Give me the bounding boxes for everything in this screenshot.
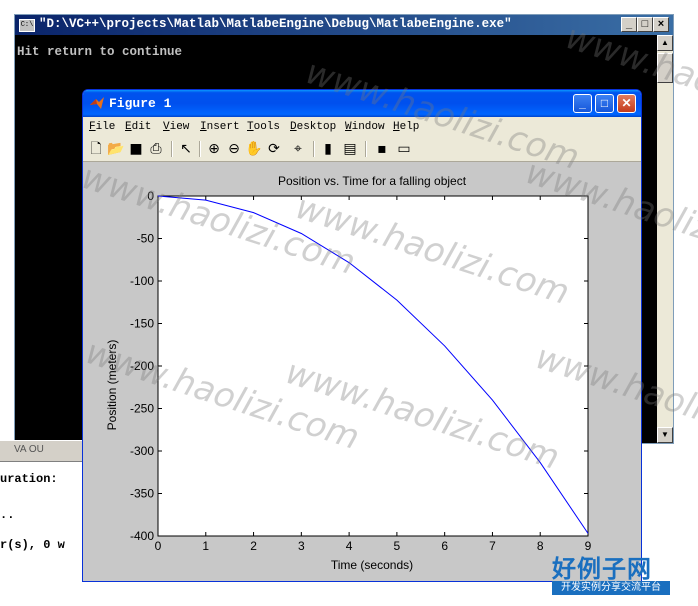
print-icon[interactable]: ⎙	[147, 140, 165, 158]
zoom-out-icon[interactable]: ⊖	[225, 140, 243, 158]
maximize-button[interactable]: □	[637, 17, 653, 32]
new-file-icon[interactable]: 🗋	[87, 140, 105, 158]
x-tick-label: 2	[250, 539, 257, 553]
x-tick-label: 0	[155, 539, 162, 553]
y-tick-label: -200	[130, 359, 154, 373]
y-tick-label: -100	[130, 274, 154, 288]
console-output: Hit return to continue	[17, 45, 183, 59]
toolbar-separator	[171, 141, 173, 157]
menu-item[interactable]: Desktop	[290, 121, 336, 133]
hide-plot-tools-icon[interactable]: ▪	[373, 140, 391, 158]
menu-item[interactable]: Insert	[200, 121, 240, 133]
x-tick-label: 3	[298, 539, 305, 553]
site-logo: 好例子网 开发实例分享交流平台	[552, 549, 670, 597]
site-logo-text: 好例子网	[552, 555, 652, 583]
background-output-line: r(s), 0 w	[0, 538, 65, 552]
console-scrollbar[interactable]: ▲ ▼	[657, 35, 673, 443]
figure-window[interactable]: Figure 1 _ □ ✕ File Edit View Insert Tools De…	[82, 89, 642, 582]
zoom-in-icon[interactable]: ⊕	[205, 140, 223, 158]
pan-hand-icon[interactable]: ✋	[245, 140, 263, 158]
background-tab-bar: VA OU	[0, 440, 90, 462]
x-tick-label: 6	[441, 539, 448, 553]
minimize-button[interactable]: _	[621, 17, 637, 32]
y-tick-label: -400	[130, 529, 154, 543]
menu-item[interactable]: View	[163, 121, 189, 133]
minimize-button[interactable]: _	[573, 94, 592, 113]
rotate-3d-icon[interactable]: ⟳	[265, 140, 283, 158]
y-tick-label: -50	[137, 232, 155, 246]
scroll-thumb[interactable]	[657, 53, 673, 83]
axes-box	[157, 195, 589, 537]
scroll-down-icon[interactable]: ▼	[657, 427, 673, 443]
figure-titlebar[interactable]: Figure 1 _ □ ✕	[83, 90, 641, 117]
background-output-line: uration:	[0, 472, 58, 486]
close-button[interactable]: ×	[653, 17, 669, 32]
console-titlebar[interactable]: C:\ "D:\VC++\projects\Matlab\MatlabeEngi…	[15, 15, 673, 35]
background-output-line: ..	[0, 508, 15, 522]
background-tab[interactable]: VA OU	[14, 444, 44, 455]
x-tick-label: 7	[489, 539, 496, 553]
close-button[interactable]: ✕	[617, 94, 636, 113]
y-tick-label: -350	[130, 487, 154, 501]
console-app-icon: C:\	[19, 19, 35, 32]
figure-canvas[interactable]: 0 1 2 3 4 5 6 7 8 9 0 -50 -100 -150 -200 -250 -300 -350 -4…	[83, 162, 641, 582]
menu-item[interactable]: Window	[345, 121, 385, 133]
y-tick-label: -250	[130, 402, 154, 416]
toolbar-separator	[313, 141, 315, 157]
scroll-up-icon[interactable]: ▲	[657, 35, 673, 51]
menu-item[interactable]: Tools	[247, 121, 280, 133]
menu-item[interactable]: File	[89, 121, 115, 133]
x-tick-label: 4	[346, 539, 353, 553]
matlab-logo-icon	[90, 97, 104, 109]
x-axis-label: Time (seconds)	[331, 558, 413, 572]
save-icon[interactable]: ■	[127, 140, 145, 158]
plot-area[interactable]: 0 1 2 3 4 5 6 7 8 90-50-100-150-200-250-300-350-4…	[83, 162, 641, 582]
menu-bar: File Edit View Insert Tools Desktop Window Help	[83, 117, 641, 137]
x-tick-label: 1	[202, 539, 209, 553]
open-folder-icon[interactable]: 📂	[107, 140, 125, 158]
colorbar-icon[interactable]: ▮	[319, 140, 337, 158]
toolbar-separator	[199, 141, 201, 157]
menu-item[interactable]: Edit	[125, 121, 151, 133]
y-tick-label: -150	[130, 317, 154, 331]
site-logo-subtitle: 开发实例分享交流平台	[552, 581, 670, 595]
y-tick-label: -300	[130, 444, 154, 458]
show-plot-tools-icon[interactable]: ▭	[395, 140, 413, 158]
maximize-button[interactable]: □	[595, 94, 614, 113]
console-title: "D:\VC++\projects\Matlab\MatlabeEngine\D…	[39, 17, 512, 31]
legend-icon[interactable]: ▤	[341, 140, 359, 158]
menu-item[interactable]: Help	[393, 121, 419, 133]
toolbar-separator	[365, 141, 367, 157]
data-cursor-icon[interactable]: ⌖	[289, 140, 307, 158]
y-axis-label: Position (meters)	[105, 340, 119, 431]
figure-title: Figure 1	[109, 96, 172, 111]
figure-toolbar: 🗋 📂 ■ ⎙ ↖ ⊕ ⊖ ✋ ⟳ ⌖ ▮ ▤ ▪ ▭	[83, 137, 641, 162]
background-top-strip	[0, 0, 698, 14]
x-tick-label: 8	[537, 539, 544, 553]
pointer-icon[interactable]: ↖	[177, 140, 195, 158]
chart-title: Position vs. Time for a falling object	[278, 174, 467, 188]
y-tick-label: 0	[147, 189, 154, 203]
x-tick-label: 5	[394, 539, 401, 553]
